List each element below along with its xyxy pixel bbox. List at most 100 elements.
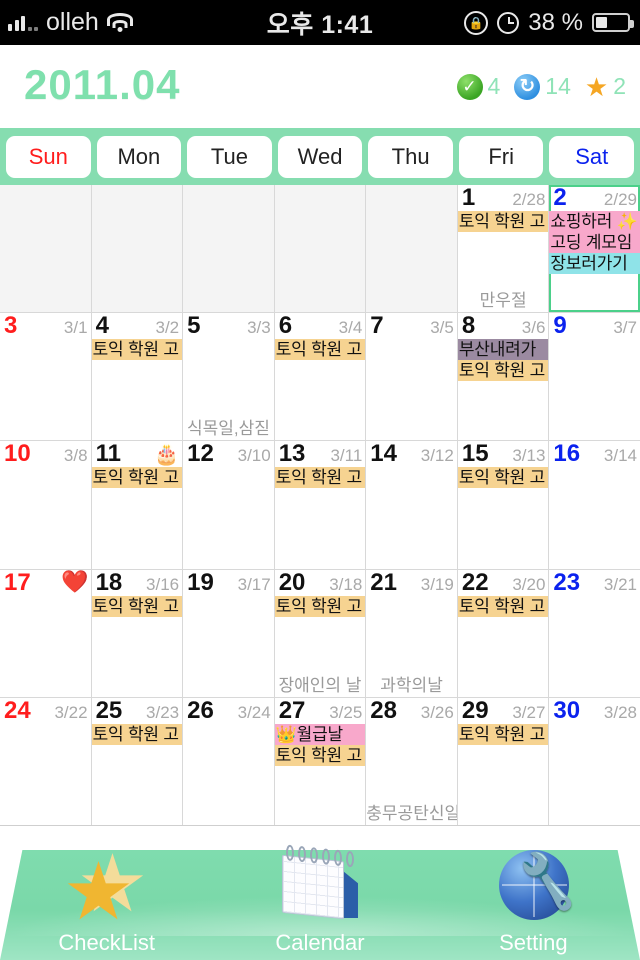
weekday-header-wed[interactable]: Wed <box>277 135 363 178</box>
event-item[interactable]: 토익 학원 고 <box>91 339 183 361</box>
tab-calendar-label: Calendar <box>275 930 365 955</box>
calendar-day-cell[interactable]: 2 2/29 쇼핑하러 ✨ 고딩 계모임 장보러가기 <box>549 185 640 313</box>
holiday-label: 만우절 <box>479 291 527 311</box>
lunar-date: 3/12 <box>420 446 454 466</box>
lunar-date: 3/21 <box>603 574 637 594</box>
weekday-header-sun[interactable]: Sun <box>6 135 91 178</box>
calendar-day-cell[interactable]: 13 3/11 토익 학원 고 <box>274 441 366 569</box>
tab-checklist[interactable]: ★ ★ CheckList <box>0 826 213 960</box>
check-circle-icon: ✓ <box>456 73 483 100</box>
day-cell-header: 22 3/20 <box>458 570 549 596</box>
counter-checked[interactable]: ✓ 4 <box>456 73 500 100</box>
calendar-day-cell[interactable]: 7 3/5 <box>366 313 457 441</box>
event-item[interactable]: 👑월급날 <box>274 723 366 745</box>
weekday-header-fri[interactable]: Fri <box>458 135 544 178</box>
event-item[interactable]: 토익 학원 고 <box>457 723 549 745</box>
day-cell-header: 7 3/5 <box>366 313 457 339</box>
event-item[interactable]: 토익 학원 고 <box>457 360 549 382</box>
calendar-day-cell[interactable]: 21 3/19 과학의날 <box>366 569 457 697</box>
day-number: 3 <box>4 313 18 340</box>
counter-repeat[interactable]: ↻ 14 <box>514 73 571 100</box>
day-number: 19 <box>187 569 214 596</box>
calendar-day-cell[interactable]: 5 3/3 식목일,삼짇 <box>183 313 274 441</box>
counter-star[interactable]: ★ 2 <box>585 73 626 100</box>
calendar-grid: 1 2/28 토익 학원 고 만우절 2 2/29 쇼핑하러 ✨ 고딩 계모임 장보러가기 3 3/… <box>0 185 640 826</box>
day-number: 17 <box>4 569 31 596</box>
day-number: 11 <box>95 441 121 468</box>
day-cell-header: 4 3/2 <box>92 313 183 339</box>
rotation-lock-icon: 🔒 <box>464 10 489 35</box>
day-event-list: 토익 학원 고 <box>457 211 549 232</box>
event-item[interactable]: 토익 학원 고 <box>274 595 366 617</box>
calendar-day-cell[interactable]: 3 3/1 <box>0 313 91 441</box>
calendar-day-cell[interactable]: 12 3/10 <box>183 441 274 569</box>
calendar-day-cell[interactable]: 4 3/2 토익 학원 고 <box>91 313 183 441</box>
alarm-clock-icon <box>497 11 520 34</box>
calendar-day-cell[interactable]: 10 3/8 <box>0 441 91 569</box>
tab-calendar[interactable]: Calendar <box>213 826 426 960</box>
calendar-day-cell[interactable]: 27 3/25 👑월급날 토익 학원 고 <box>274 697 366 825</box>
event-item[interactable]: 부산내려가 <box>457 339 549 361</box>
day-cell-header: 20 3/18 <box>275 570 366 596</box>
calendar-day-cell[interactable]: 19 3/17 <box>183 569 274 697</box>
day-event-list: 쇼핑하러 ✨ 고딩 계모임 장보러가기 <box>549 211 640 274</box>
lunar-date: 3/28 <box>603 702 637 722</box>
calendar-day-cell[interactable]: 29 3/27 토익 학원 고 <box>457 697 549 825</box>
lunar-date: 3/8 <box>63 446 88 466</box>
event-item[interactable]: 토익 학원 고 <box>274 744 366 766</box>
birthday-cake-icon: 🎂 <box>154 444 180 467</box>
event-item[interactable]: 고딩 계모임 <box>549 232 640 253</box>
weekday-header-thu[interactable]: Thu <box>368 135 453 178</box>
calendar-day-cell[interactable]: 9 3/7 <box>549 313 640 441</box>
day-cell-header: 10 3/8 <box>0 441 91 467</box>
status-bar-right: 🔒 38 % <box>464 9 634 37</box>
calendar-day-cell[interactable]: 22 3/20 토익 학원 고 <box>457 569 549 697</box>
calendar-day-cell[interactable]: 15 3/13 토익 학원 고 <box>457 441 549 569</box>
calendar-day-cell[interactable]: 18 3/16 토익 학원 고 <box>91 569 183 697</box>
calendar-day-cell[interactable]: 20 3/18 토익 학원 고 장애인의 날 <box>274 569 366 697</box>
calendar-day-cell[interactable]: 6 3/4 토익 학원 고 <box>274 313 366 441</box>
star-icon: ★ <box>584 71 609 102</box>
event-item[interactable]: 토익 학원 고 <box>457 595 549 617</box>
calendar-day-cell[interactable]: 14 3/12 <box>366 441 457 569</box>
day-cell-header: 23 3/21 <box>549 570 640 596</box>
calendar-day-cell[interactable]: 11 🎂 토익 학원 고 <box>91 441 183 569</box>
event-item[interactable]: 토익 학원 고 <box>91 595 183 617</box>
tab-setting-label: Setting <box>499 930 568 955</box>
calendar-cell-empty <box>274 185 366 313</box>
day-cell-header: 25 3/23 <box>92 698 183 724</box>
day-event-list: 부산내려가 토익 학원 고 <box>457 339 549 382</box>
star-icon: ★ ★ <box>62 839 149 936</box>
event-item[interactable]: 토익 학원 고 <box>457 211 549 232</box>
weekday-header-sat[interactable]: Sat <box>549 135 635 178</box>
calendar-day-cell[interactable]: 1 2/28 토익 학원 고 만우절 <box>457 185 549 313</box>
event-item[interactable]: 토익 학원 고 <box>457 467 549 489</box>
calendar-day-cell[interactable]: 8 3/6 부산내려가 토익 학원 고 <box>457 313 549 441</box>
event-item[interactable]: 쇼핑하러 ✨ <box>549 211 640 232</box>
calendar-day-cell[interactable]: 25 3/23 토익 학원 고 <box>91 697 183 825</box>
lunar-date: 3/23 <box>146 702 180 722</box>
day-event-list: 토익 학원 고 <box>274 595 366 617</box>
calendar-day-cell[interactable]: 23 3/21 <box>549 569 640 697</box>
bottom-tab-bar: ★ ★ CheckList Calendar 🔧 Setting <box>0 826 640 960</box>
calendar-day-cell[interactable]: 28 3/26 충무공탄신일 <box>366 697 457 825</box>
day-cell-header: 2 2/29 <box>549 185 640 211</box>
day-event-list: 토익 학원 고 <box>91 467 183 489</box>
event-item[interactable]: 장보러가기 <box>549 253 640 274</box>
day-number: 18 <box>95 569 123 596</box>
event-item[interactable]: 토익 학원 고 <box>91 467 183 489</box>
calendar-day-cell[interactable]: 30 3/28 <box>549 697 640 825</box>
weekday-header-mon[interactable]: Mon <box>96 135 182 178</box>
calendar-day-cell[interactable]: 17 ❤️ <box>0 569 91 697</box>
calendar-day-cell[interactable]: 24 3/22 <box>0 697 91 825</box>
calendar-day-cell[interactable]: 16 3/14 <box>549 441 640 569</box>
event-item[interactable]: 토익 학원 고 <box>91 723 183 745</box>
lunar-date: 3/10 <box>237 446 271 466</box>
event-item[interactable]: 토익 학원 고 <box>274 339 366 361</box>
day-cell-header: 24 3/22 <box>0 698 91 724</box>
calendar-day-cell[interactable]: 26 3/24 <box>183 697 274 825</box>
weekday-header-tue[interactable]: Tue <box>187 135 272 178</box>
event-item[interactable]: 토익 학원 고 <box>274 467 366 489</box>
day-number: 14 <box>370 441 397 468</box>
tab-setting[interactable]: 🔧 Setting <box>427 826 640 960</box>
